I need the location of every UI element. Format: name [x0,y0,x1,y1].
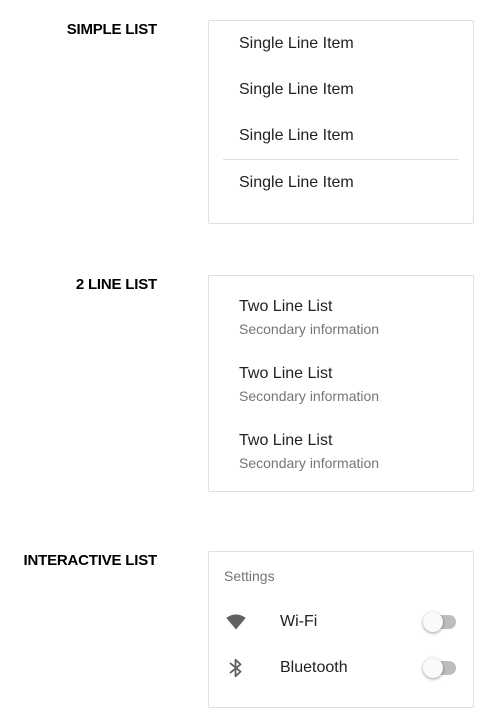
two-line-list-heading: 2 LINE LIST [75,276,157,293]
list-item[interactable]: Single Line Item [209,21,473,67]
interactive-list-card: Settings Wi-Fi Bluetooth [208,551,474,708]
settings-subheader: Settings [224,567,275,584]
wifi-label: Wi-Fi [280,613,318,630]
list-item-primary: Two Line List [239,365,333,382]
bluetooth-list-item[interactable]: Bluetooth [209,645,473,691]
list-item[interactable]: Single Line Item [209,113,473,159]
list-item-primary: Two Line List [239,432,333,449]
bluetooth-label: Bluetooth [280,659,348,676]
switch-thumb [423,612,443,632]
list-item[interactable]: Single Line Item [209,67,473,113]
list-item-secondary: Secondary information [239,321,380,337]
list-item-label: Single Line Item [239,35,354,52]
bluetooth-icon [224,656,248,680]
switch-thumb [423,658,443,678]
list-item-secondary: Secondary information [239,455,380,471]
list-item[interactable]: Two Line List Secondary information [209,427,473,494]
list-item-label: Single Line Item [239,174,354,191]
list-item[interactable]: Two Line List Secondary information [209,276,473,360]
list-item[interactable]: Single Line Item [209,160,473,206]
bluetooth-toggle[interactable] [423,658,457,678]
list-item-primary: Two Line List [239,298,333,315]
wifi-icon [224,610,248,634]
list-item[interactable]: Two Line List Secondary information [209,360,473,427]
wifi-toggle[interactable] [423,612,457,632]
list-item-secondary: Secondary information [239,388,380,404]
two-line-list-card: Two Line List Secondary information Two … [208,275,474,492]
interactive-list-heading: INTERACTIVE LIST [23,552,158,569]
list-item-label: Single Line Item [239,81,354,98]
simple-list-card: Single Line Item Single Line Item Single… [208,20,474,224]
simple-list-heading: SIMPLE LIST [66,21,158,38]
wifi-list-item[interactable]: Wi-Fi [209,599,473,645]
list-item-label: Single Line Item [239,127,354,144]
